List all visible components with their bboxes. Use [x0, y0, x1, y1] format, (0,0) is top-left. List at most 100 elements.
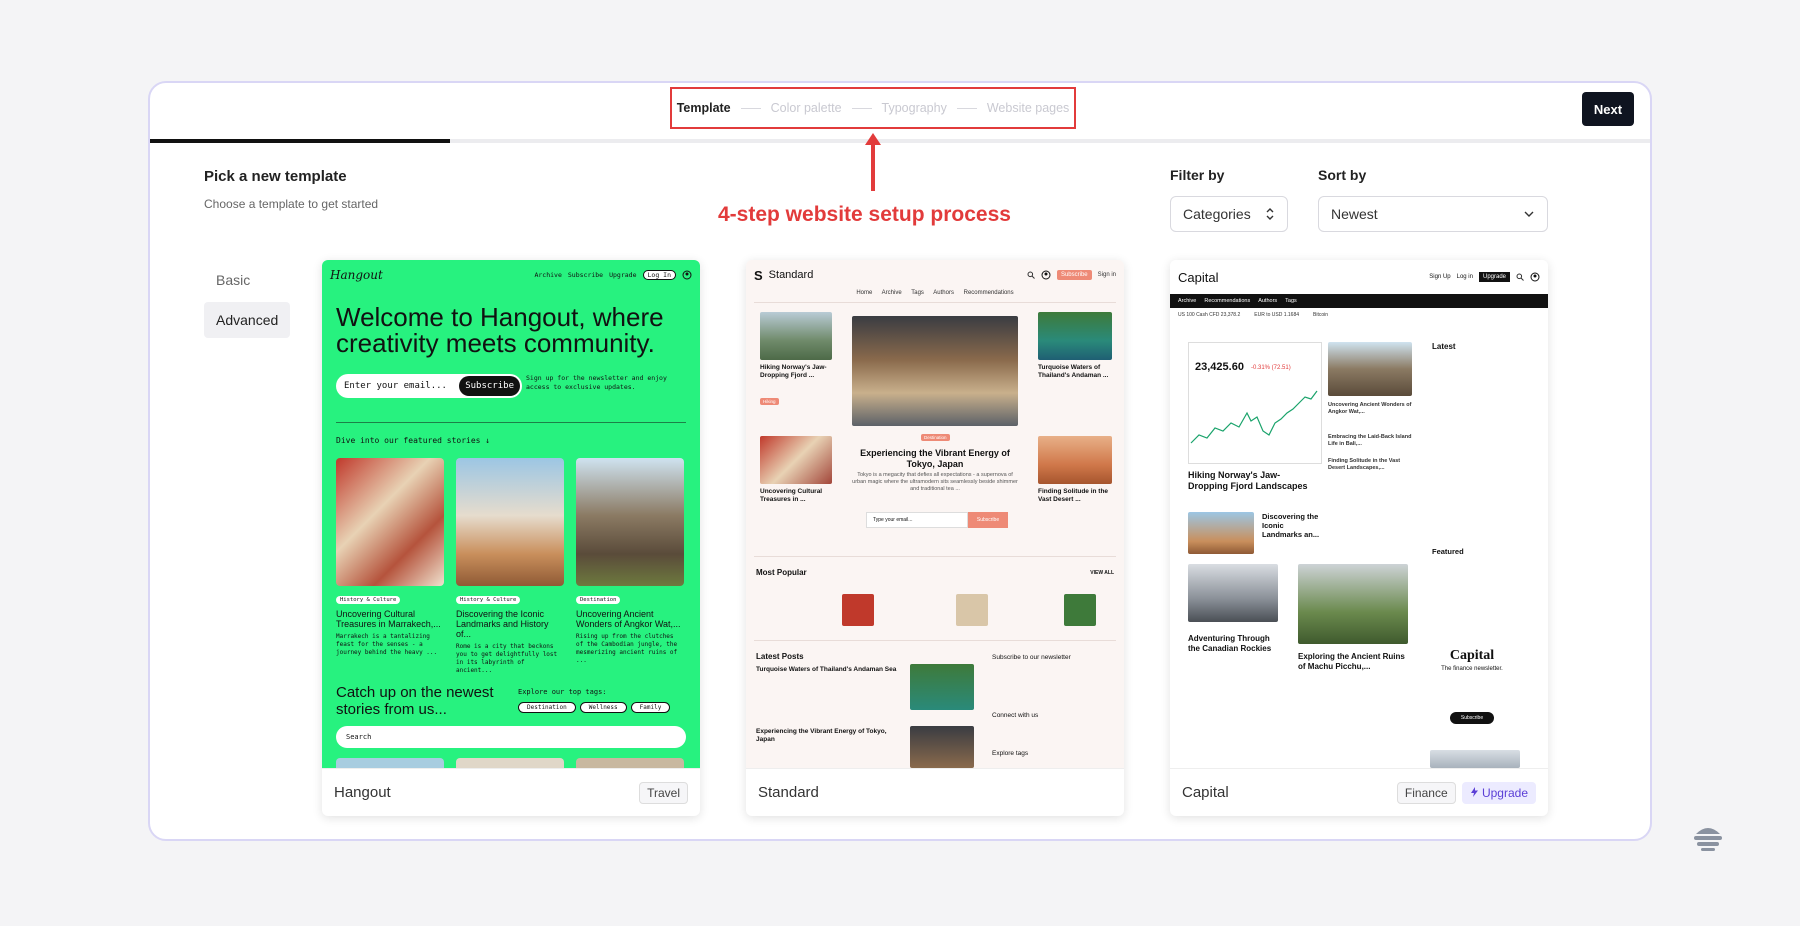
post-title: Exploring the Ancient Ruins of Machu Pic…: [1298, 652, 1405, 671]
progress-bar: [150, 139, 1650, 143]
standard-preview: S Standard Subscribe Sign in Home Archiv…: [746, 260, 1124, 768]
connect-heading: Connect with us: [992, 712, 1039, 719]
hangout-subscribe: Subscribe: [459, 376, 520, 396]
newsletter-title: Capital: [1449, 648, 1495, 663]
post-title: Discovering the Iconic Landmarks an...: [1262, 512, 1320, 539]
sidebar-item-basic[interactable]: Basic: [204, 262, 290, 298]
template-card-hangout[interactable]: Hangout Archive Subscribe Upgrade Log In…: [322, 260, 700, 816]
arrow-line: [871, 143, 875, 191]
hangout-preview: Hangout Archive Subscribe Upgrade Log In…: [322, 260, 700, 768]
user-icon: [1041, 270, 1051, 280]
post-title: Turquoise Waters of Thailand's Andaman .…: [1038, 364, 1109, 379]
card-footer: Hangout Travel: [322, 768, 700, 816]
card-tag: Travel: [639, 781, 688, 804]
post-title: Adventuring Through the Canadian Rockies: [1188, 634, 1272, 653]
upgrade-label: Upgrade: [1481, 785, 1528, 800]
step-template[interactable]: Template: [677, 101, 731, 115]
featured-heading: Featured: [1432, 547, 1464, 556]
divider: [754, 302, 1116, 303]
divider: [754, 556, 1116, 557]
capital-nav-upgrade: Upgrade: [1478, 272, 1510, 282]
hangout-email-placeholder: Enter your email...: [344, 381, 447, 391]
progress-fill: [150, 139, 450, 143]
post-image: [910, 726, 974, 768]
story-desc: Marrakech is a tantalizing feast for the…: [336, 633, 438, 656]
post-image: [842, 594, 874, 626]
step-color-palette[interactable]: Color palette: [771, 101, 842, 115]
brand-logo-icon: [1694, 828, 1722, 851]
template-card-capital[interactable]: Capital Sign Up Log in Upgrade Archive R…: [1170, 260, 1548, 816]
capital-nav-login: Log in: [1456, 274, 1473, 280]
ticker-item: US 100 Cash CFD 23,378.2: [1178, 312, 1241, 318]
standard-subscribe: Subscribe: [1056, 270, 1092, 280]
post-image: [1064, 594, 1096, 626]
template-card-standard[interactable]: S Standard Subscribe Sign in Home Archiv…: [746, 260, 1124, 816]
hangout-nav-archive: Archive: [534, 271, 562, 279]
hangout-story: Destination Uncovering Ancient Wonders o…: [576, 458, 684, 665]
post-image: [910, 664, 974, 710]
post-title: Experiencing the Vibrant Energy of Tokyo…: [756, 728, 887, 743]
sort-select[interactable]: Newest: [1318, 196, 1548, 232]
standard-name: Standard: [768, 269, 814, 281]
post-tag: Destination: [921, 434, 950, 441]
step-indicator: Template Color palette Typography Websit…: [670, 87, 1076, 129]
standard-menu: Home Archive Tags Authors Recommendation…: [856, 290, 1014, 296]
top-bar: Template Color palette Typography Websit…: [150, 83, 1650, 141]
story-title: Uncovering Ancient Wonders of Angkor Wat…: [576, 609, 681, 629]
step-website-pages[interactable]: Website pages: [987, 101, 1069, 115]
chart-price: 23,425.60: [1195, 361, 1244, 373]
latest-heading: Latest: [1432, 342, 1456, 351]
search-icon: [1027, 271, 1035, 279]
hangout-catch-up: Catch up on the newest stories from us..…: [336, 684, 494, 718]
hangout-story: History & Culture Discovering the Iconic…: [456, 458, 564, 675]
filter-value: Categories: [1183, 206, 1251, 222]
price-chart: 23,425.60 -0.31% (72.51): [1188, 342, 1322, 464]
featured-image: [852, 316, 1018, 426]
next-button[interactable]: Next: [1582, 92, 1634, 126]
post-image: [956, 594, 988, 626]
card-name: Hangout: [334, 784, 391, 801]
hangout-tags: Destination Wellness Family: [518, 702, 671, 713]
hangout-tag: Wellness: [579, 702, 627, 713]
lightning-icon: [1470, 786, 1478, 797]
standard-email: Type your email...: [866, 512, 968, 528]
story-badge: History & Culture: [336, 596, 401, 604]
sidebar-item-advanced[interactable]: Advanced: [204, 302, 290, 338]
capital-menu-item: Recommendations: [1204, 298, 1251, 304]
filter-select[interactable]: Categories: [1170, 196, 1288, 232]
post-title: Turquoise Waters of Thailand's Andaman S…: [756, 666, 897, 673]
capital-menu-item: Archive: [1178, 298, 1197, 304]
story-image: [576, 458, 684, 586]
annotation-arrow: [865, 133, 881, 191]
hangout-nav-subscribe: Subscribe: [567, 271, 604, 279]
post-image: [760, 436, 832, 484]
step-typography[interactable]: Typography: [882, 101, 947, 115]
hangout-nav-login: Log In: [642, 270, 676, 280]
standard-sign-in: Sign in: [1097, 272, 1116, 278]
email-placeholder: Type your email...: [873, 517, 913, 523]
standard-logo: S: [754, 267, 763, 283]
hangout-signup-text: Sign up for the newsletter and enjoy acc…: [526, 374, 667, 391]
post-title: Uncovering Ancient Wonders of Angkor Wat…: [1328, 402, 1412, 415]
capital-menu-bar: Archive Recommendations Authors Tags: [1170, 294, 1548, 308]
page-subtitle: Choose a template to get started: [204, 197, 379, 211]
explore-tags-heading: Explore tags: [992, 750, 1029, 757]
step-separator: [740, 107, 761, 109]
card-tag-finance: Finance: [1396, 781, 1456, 804]
post-image: [1430, 750, 1520, 768]
post-title: Hiking Norway's Jaw-Dropping Fjord ...: [760, 364, 827, 379]
page-title: Pick a new template: [204, 168, 347, 185]
divider: [336, 422, 686, 423]
hangout-title: Welcome to Hangout, where creativity mee…: [336, 302, 664, 358]
capital-menu-item: Tags: [1285, 298, 1297, 304]
hangout-featured-label: Dive into our featured stories ↓: [336, 436, 491, 445]
hangout-nav-upgrade: Upgrade: [609, 271, 637, 279]
card-footer: Capital Finance Upgrade: [1170, 768, 1548, 816]
card-name: Capital: [1182, 784, 1229, 801]
card-footer: Standard: [746, 768, 1124, 816]
user-icon: [1530, 272, 1540, 282]
sort-value: Newest: [1331, 206, 1378, 222]
capital-nav: Capital Sign Up Log in Upgrade: [1178, 268, 1540, 286]
standard-subscribe-button: Subscribe: [968, 512, 1008, 528]
story-title: Uncovering Cultural Treasures in Marrake…: [336, 609, 441, 629]
